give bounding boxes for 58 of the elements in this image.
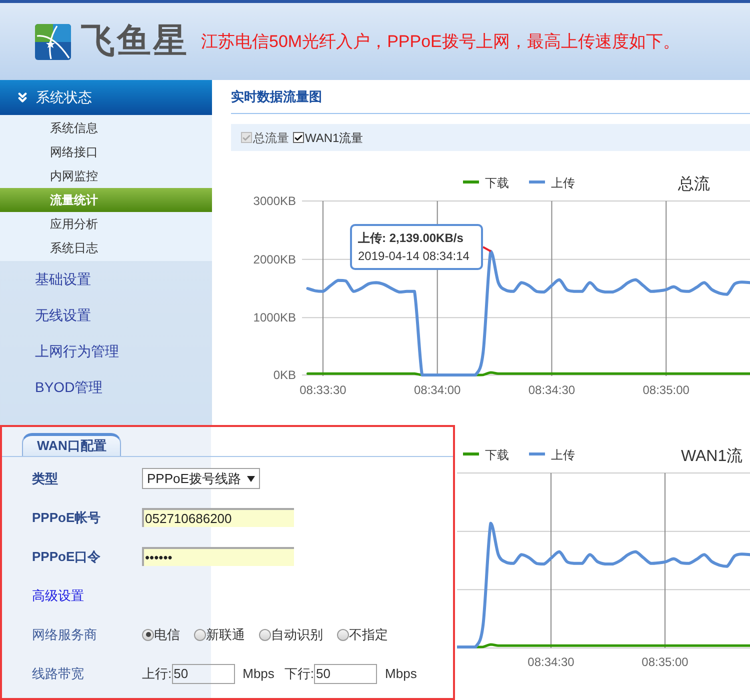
download-label: 下行: <box>284 664 314 683</box>
brand-name: 飞鱼星 <box>81 21 189 62</box>
y-axis-label: 1000KB <box>253 310 296 325</box>
menu-item[interactable]: 应用分析 <box>0 212 212 236</box>
x-axis-label: 08:33:30 <box>300 383 346 397</box>
leader-line <box>482 246 492 252</box>
chart-title: 总流 <box>678 176 710 193</box>
type-select[interactable]: PPPoE拨号线路 <box>142 468 260 489</box>
menu-item[interactable]: 网络接口 <box>0 140 212 164</box>
y-axis-label: 0KB <box>273 368 296 382</box>
menu-item[interactable]: 系统信息 <box>0 116 212 140</box>
menu-item[interactable]: 系统日志 <box>0 236 212 260</box>
menu-section[interactable]: BYOD管理 <box>0 369 212 405</box>
x-axis-label: 08:34:30 <box>528 655 574 669</box>
x-axis-label: 08:34:30 <box>528 383 576 397</box>
checkbox-icon <box>241 132 252 143</box>
upload-label: 上行: <box>142 664 172 683</box>
x-axis-label: 08:35:00 <box>642 383 690 397</box>
dropdown-caret-icon <box>247 476 255 482</box>
legend-label[interactable]: 下载 <box>485 176 509 190</box>
panel-tab[interactable]: WAN口配置 <box>22 433 122 456</box>
legend-label[interactable]: 上传 <box>551 448 575 462</box>
field-label: 网络服务商 <box>32 626 97 642</box>
unit-label: Mbps <box>385 664 417 683</box>
field-label: 类型 <box>32 470 58 486</box>
field-label: 线路带宽 <box>32 666 84 680</box>
tooltip-value: 上传: 2,139.00KB/s <box>358 230 464 247</box>
y-axis-label: 3000KB <box>253 194 296 208</box>
radio-option[interactable]: 电信 <box>142 624 180 644</box>
advanced-settings-link[interactable]: 高级设置 <box>32 588 84 602</box>
legend-label[interactable]: 下载 <box>485 448 509 462</box>
menu-section[interactable]: 基础设置 <box>0 261 212 297</box>
chevron-icon <box>15 90 30 105</box>
field-label: PPPoE口令 <box>32 548 101 564</box>
tooltip-time: 2019-04-14 08:34:14 <box>358 248 470 265</box>
menu-section[interactable]: 系统状态 <box>0 80 212 115</box>
radio-option[interactable]: 新联通 <box>194 624 245 644</box>
checkbox-icon <box>293 132 304 143</box>
radio-option[interactable]: 不指定 <box>337 624 388 644</box>
unit-label: Mbps <box>242 664 274 683</box>
page-title: 实时数据流量图 <box>231 88 322 106</box>
upload-field[interactable]: 50 <box>172 664 235 684</box>
menu-section[interactable]: 无线设置 <box>0 297 212 333</box>
radio-option[interactable]: 自动识别 <box>259 624 323 644</box>
chart-title: WAN1流 <box>681 448 743 465</box>
menu-item[interactable]: 内网监控 <box>0 164 212 188</box>
logo-icon <box>35 24 71 60</box>
x-axis-label: 08:35:00 <box>642 655 688 669</box>
menu-section[interactable]: 上网行为管理 <box>0 333 212 369</box>
x-axis-label: 08:34:00 <box>414 383 461 397</box>
legend-label[interactable]: 上传 <box>551 176 575 190</box>
download-field[interactable]: 50 <box>314 664 378 684</box>
filter-checkbox[interactable]: WAN1流量 <box>293 128 364 146</box>
notice-text: 江苏电信50M光纤入户，PPPoE拨号上网，最高上传速度如下。 <box>201 30 680 53</box>
y-axis-label: 2000KB <box>253 252 296 266</box>
input-field[interactable]: •••••• <box>142 547 294 566</box>
input-field[interactable]: 052710686200 <box>142 508 294 527</box>
field-label: PPPoE帐号 <box>32 510 101 524</box>
